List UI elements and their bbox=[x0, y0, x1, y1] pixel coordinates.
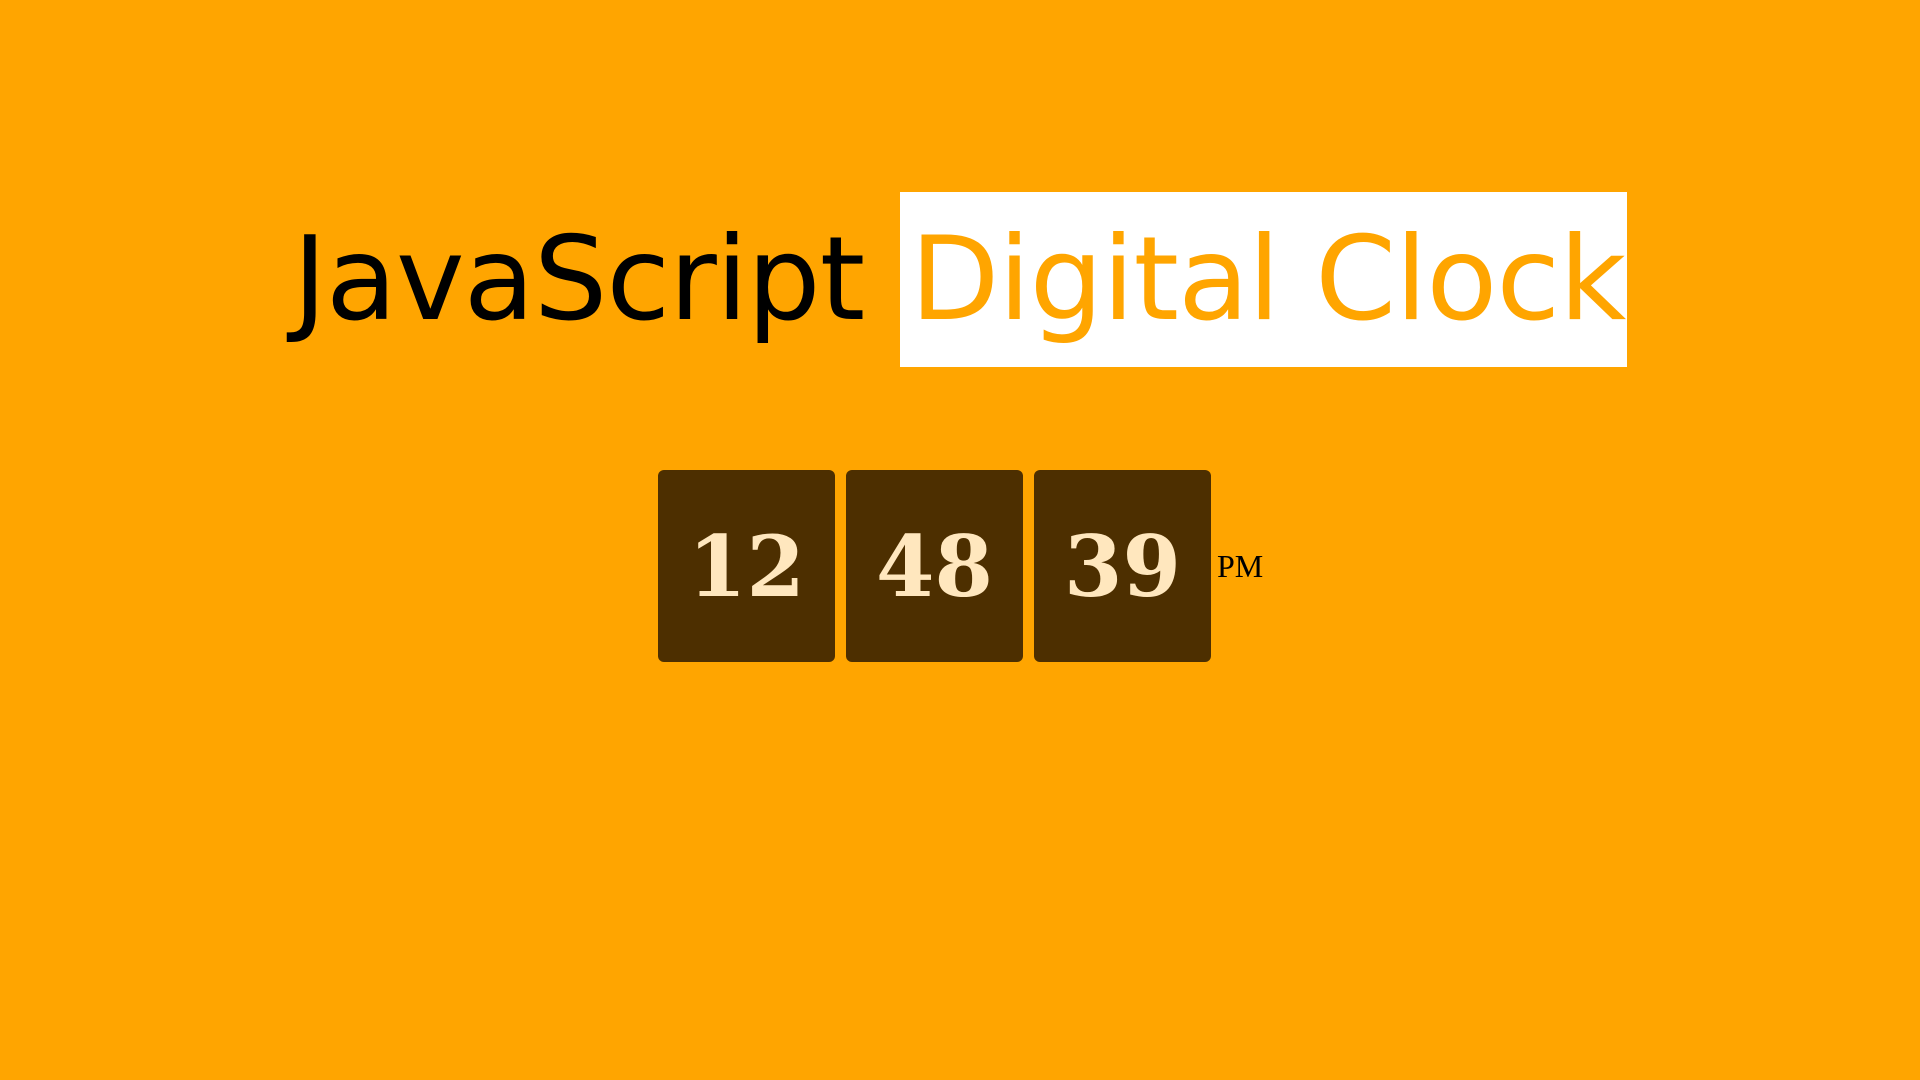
digital-clock: 12 48 39 PM bbox=[658, 470, 1263, 662]
minutes-display: 48 bbox=[846, 470, 1023, 662]
hours-display: 12 bbox=[658, 470, 835, 662]
seconds-display: 39 bbox=[1034, 470, 1211, 662]
page-title: JavaScript Digital Clock bbox=[0, 192, 1920, 367]
title-highlight-text: Digital Clock bbox=[900, 192, 1628, 367]
ampm-indicator: PM bbox=[1217, 547, 1264, 584]
title-main-text: JavaScript bbox=[292, 212, 865, 347]
